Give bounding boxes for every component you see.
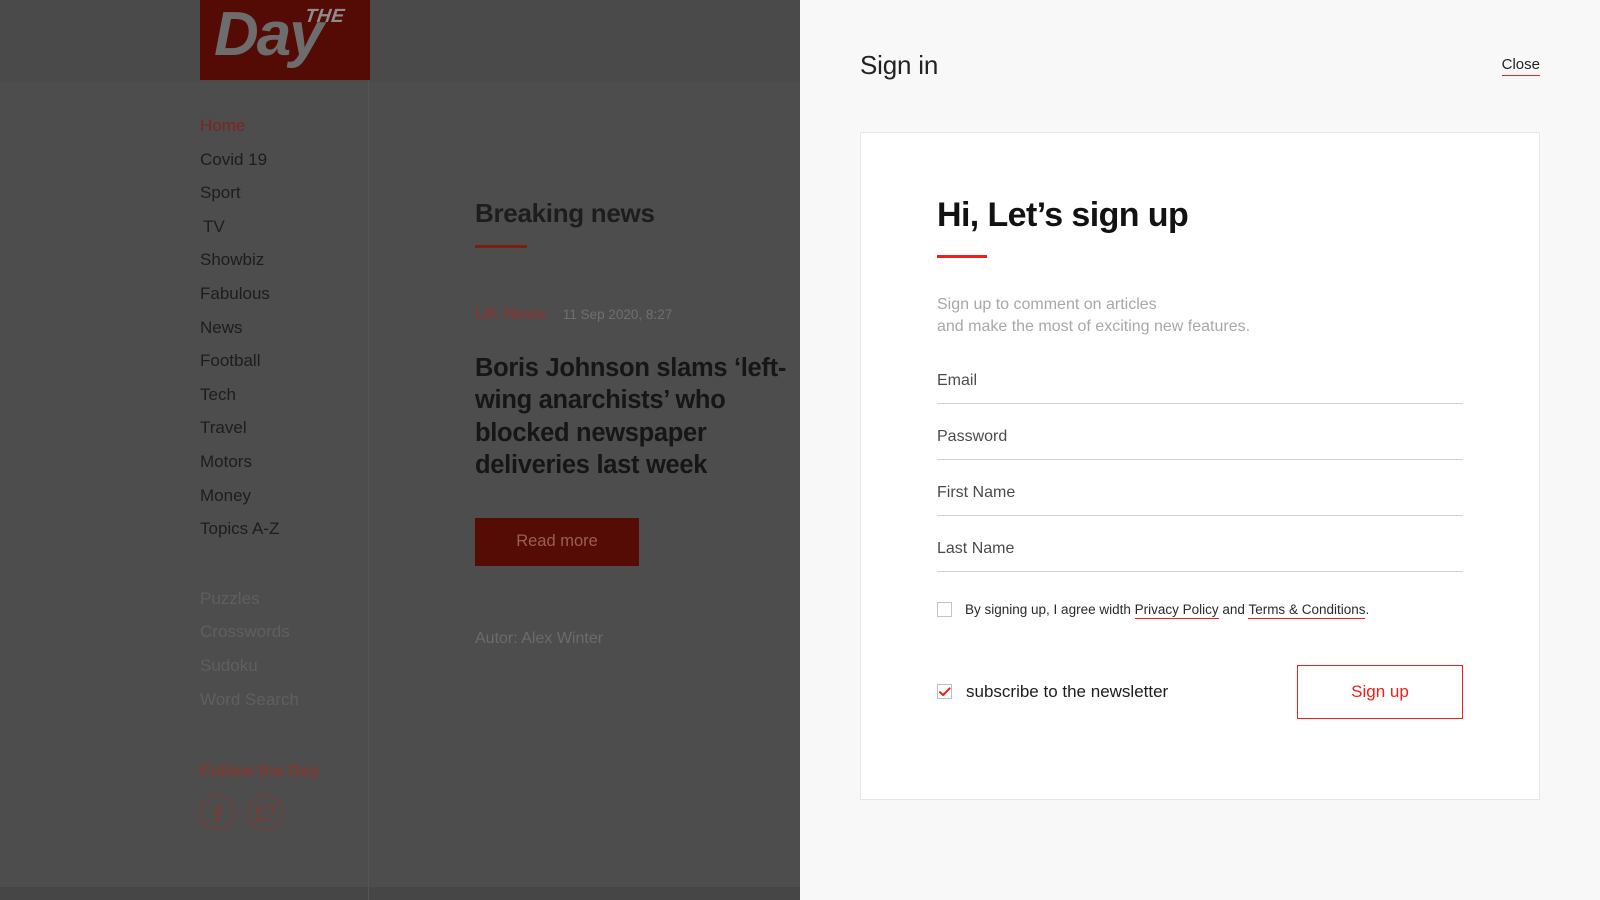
article-meta: UK News 11 Sep 2020, 8:27 bbox=[475, 304, 800, 324]
social-links bbox=[200, 795, 368, 831]
privacy-policy-link[interactable]: Privacy Policy bbox=[1134, 601, 1219, 619]
read-more-button[interactable]: Read more bbox=[475, 517, 639, 566]
breaking-news-heading: Breaking news bbox=[475, 198, 655, 228]
dimmed-background-page: THE Day Home Covid 19 Sport TV Showbiz F… bbox=[0, 0, 800, 900]
sidebar: THE Day Home Covid 19 Sport TV Showbiz F… bbox=[200, 0, 370, 900]
email-field[interactable] bbox=[937, 367, 1463, 404]
breaking-news-rule bbox=[475, 245, 527, 248]
password-field[interactable] bbox=[937, 423, 1463, 460]
sidebar-item-sport[interactable]: Sport bbox=[200, 184, 368, 218]
signup-actions-row: subscribe to the newsletter Sign up bbox=[937, 664, 1463, 719]
terms-text-after: . bbox=[1365, 601, 1370, 617]
signup-heading: Hi, Let’s sign up bbox=[937, 196, 1189, 234]
last-name-field[interactable] bbox=[937, 535, 1463, 572]
twitter-icon[interactable] bbox=[248, 795, 283, 831]
newsletter-option: subscribe to the newsletter bbox=[937, 682, 1168, 702]
article-category[interactable]: UK News bbox=[475, 304, 546, 324]
first-name-field[interactable] bbox=[937, 479, 1463, 516]
secondary-navigation: Puzzles Crosswords Sudoku Word Search bbox=[200, 590, 368, 724]
terms-agreement-row: By signing up, I agree width Privacy Pol… bbox=[937, 601, 1463, 619]
sidebar-item-money[interactable]: Money bbox=[200, 487, 368, 521]
close-button[interactable]: Close bbox=[1501, 57, 1540, 76]
terms-text-middle: and bbox=[1218, 601, 1249, 617]
password-field-wrap bbox=[937, 423, 1463, 480]
sidebar-item-tv[interactable]: TV bbox=[200, 218, 368, 252]
sidebar-item-covid-19[interactable]: Covid 19 bbox=[200, 151, 368, 185]
newsletter-label: subscribe to the newsletter bbox=[966, 681, 1169, 701]
sign-in-panel: Sign in Close Hi, Let’s sign up Sign up … bbox=[800, 0, 1600, 900]
signup-subtitle: Sign up to comment on articles and make … bbox=[937, 294, 1463, 338]
last-name-field-wrap bbox=[937, 535, 1463, 592]
sidebar-item-football[interactable]: Football bbox=[200, 352, 368, 386]
newsletter-checkbox[interactable] bbox=[937, 684, 952, 700]
sidebar-item-fabulous[interactable]: Fabulous bbox=[200, 285, 368, 319]
sidebar-item-travel[interactable]: Travel bbox=[200, 419, 368, 453]
email-field-wrap bbox=[937, 367, 1463, 424]
sidebar-item-puzzles[interactable]: Puzzles bbox=[200, 590, 368, 624]
site-logo[interactable]: THE Day bbox=[200, 0, 370, 80]
signup-subtitle-line-2: and make the most of exciting new featur… bbox=[937, 317, 1251, 335]
page-title: Sign in bbox=[860, 50, 939, 80]
sidebar-item-word-search[interactable]: Word Search bbox=[200, 691, 368, 725]
sidebar-item-tech[interactable]: Tech bbox=[200, 386, 368, 420]
background-bottom-strip bbox=[0, 887, 800, 900]
sidebar-item-news[interactable]: News bbox=[200, 319, 368, 353]
sign-up-button[interactable]: Sign up bbox=[1297, 664, 1463, 719]
sidebar-item-showbiz[interactable]: Showbiz bbox=[200, 251, 368, 285]
first-name-field-wrap bbox=[937, 479, 1463, 536]
terms-text-before: By signing up, I agree width bbox=[965, 601, 1135, 617]
sidebar-item-crosswords[interactable]: Crosswords bbox=[200, 623, 368, 657]
screen: THE Day Home Covid 19 Sport TV Showbiz F… bbox=[0, 0, 1600, 900]
follow-heading: Follow the Day bbox=[200, 761, 320, 781]
signup-card: Hi, Let’s sign up Sign up to comment on … bbox=[860, 132, 1540, 800]
sidebar-item-topics-a-z[interactable]: Topics A-Z bbox=[200, 520, 368, 554]
article-timestamp: 11 Sep 2020, 8:27 bbox=[562, 307, 673, 322]
signup-form bbox=[937, 367, 1463, 592]
article-author: Autor: Alex Winter bbox=[475, 629, 604, 647]
column-divider bbox=[368, 0, 369, 900]
check-icon bbox=[939, 687, 951, 697]
terms-checkbox[interactable] bbox=[937, 601, 952, 617]
sidebar-item-motors[interactable]: Motors bbox=[200, 453, 368, 487]
article-column: Breaking news UK News 11 Sep 2020, 8:27 … bbox=[475, 0, 800, 648]
sidebar-item-home[interactable]: Home bbox=[200, 117, 368, 151]
facebook-icon[interactable] bbox=[200, 795, 235, 831]
terms-text: By signing up, I agree width Privacy Pol… bbox=[965, 601, 1370, 619]
terms-conditions-link[interactable]: Terms & Conditions bbox=[1248, 601, 1366, 619]
sidebar-item-sudoku[interactable]: Sudoku bbox=[200, 657, 368, 691]
signup-heading-rule bbox=[937, 255, 987, 258]
logo-day-text: Day bbox=[214, 0, 324, 69]
signup-subtitle-line-1: Sign up to comment on articles bbox=[937, 296, 1157, 313]
primary-navigation: Home Covid 19 Sport TV Showbiz Fabulous … bbox=[200, 117, 368, 554]
panel-header: Sign in Close bbox=[800, 0, 1600, 132]
article-headline[interactable]: Boris Johnson slams ‘left-wing anarchist… bbox=[475, 352, 800, 482]
